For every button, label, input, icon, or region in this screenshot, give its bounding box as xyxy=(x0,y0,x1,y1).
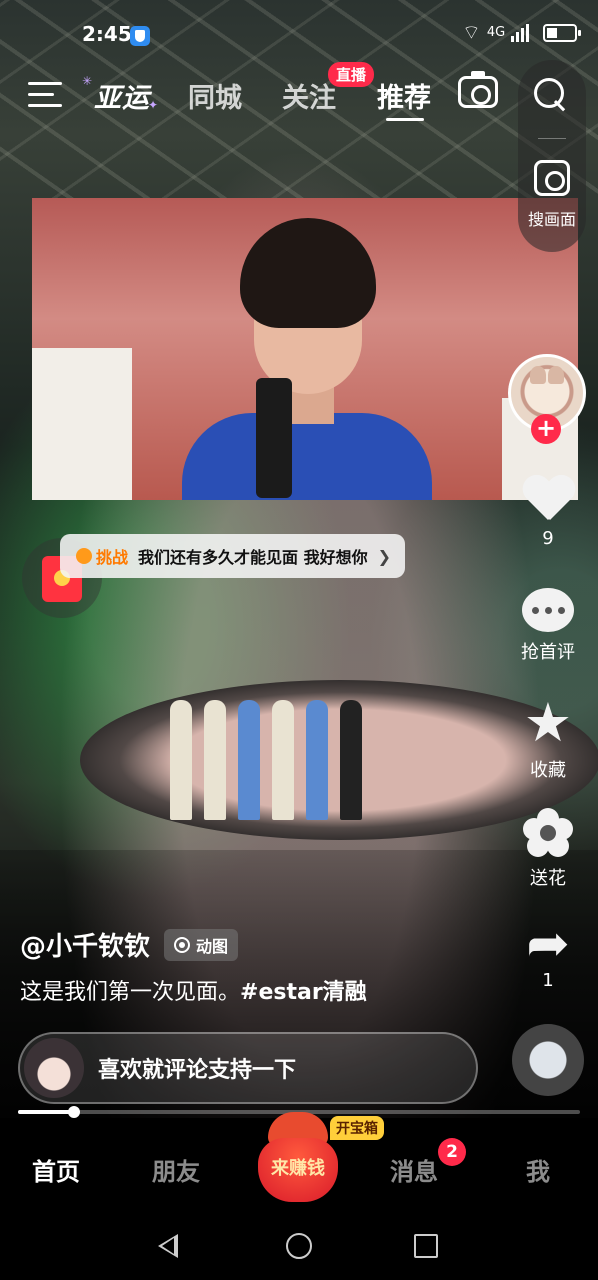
bottom-tab-bar: 首页 朋友 来赚钱 开宝箱 消息 2 我 xyxy=(0,1112,598,1218)
wifi-icon: ⌔ xyxy=(462,20,481,44)
comment-button[interactable]: 抢首评 xyxy=(508,588,588,664)
challenge-text: 我们还有多久才能见面 我好想你 xyxy=(138,548,368,567)
gif-icon xyxy=(174,936,191,953)
top-nav: ✳ 亚运 ✦ 同城 关注 直播 推荐 xyxy=(0,62,598,121)
gift-label: 送花 xyxy=(530,868,566,889)
favorite-button[interactable]: ★ 收藏 xyxy=(508,696,588,782)
user-avatar xyxy=(24,1038,84,1098)
player-jersey xyxy=(182,413,432,500)
recent-apps-icon[interactable] xyxy=(414,1234,438,1258)
player-hair xyxy=(240,218,376,328)
comment-prompt: 喜欢就评论支持一下 xyxy=(98,1058,297,1083)
home-icon[interactable] xyxy=(286,1233,312,1259)
challenge-tag-label: 挑战 xyxy=(96,548,129,567)
camera-icon[interactable] xyxy=(458,71,498,108)
jumbotron-screen xyxy=(32,198,578,500)
image-search-icon[interactable] xyxy=(534,160,570,196)
tab-yayun[interactable]: 亚运 xyxy=(94,76,150,115)
security-shield-icon xyxy=(130,26,150,46)
tab-friends[interactable]: 朋友 xyxy=(152,1152,200,1187)
comment-label: 抢首评 xyxy=(521,642,575,663)
follow-plus-button[interactable]: + xyxy=(531,414,561,444)
like-button[interactable]: 9 xyxy=(508,476,588,549)
open-chest-badge[interactable]: 开宝箱 xyxy=(330,1116,384,1140)
hashtag-link[interactable]: #estar清融 xyxy=(240,980,367,1005)
menu-icon[interactable] xyxy=(28,82,62,108)
caption-text: 这是我们第一次见面。 xyxy=(20,980,241,1005)
challenge-icon xyxy=(76,548,92,564)
messages-badge: 2 xyxy=(438,1138,466,1166)
music-disc-icon[interactable] xyxy=(512,1024,584,1096)
gif-badge-label: 动图 xyxy=(196,936,229,956)
screen-side-person-left xyxy=(32,348,132,500)
stage-person xyxy=(306,700,328,820)
post-author-row: @小千钦钦 动图 xyxy=(20,926,239,963)
system-nav-bar xyxy=(0,1218,598,1280)
tab-home[interactable]: 首页 xyxy=(32,1152,80,1187)
status-time: 2:45 xyxy=(82,22,132,46)
favorite-label: 收藏 xyxy=(530,760,566,781)
avatar-ear xyxy=(548,366,564,384)
microphone xyxy=(256,378,292,498)
share-button[interactable]: ➦ 1 xyxy=(508,918,588,991)
sparkle-icon: ✳ xyxy=(82,74,93,88)
stage-person xyxy=(204,700,226,820)
share-icon: ➦ xyxy=(526,914,570,974)
comment-icon xyxy=(522,588,574,632)
divider xyxy=(538,138,566,139)
tab-me[interactable]: 我 xyxy=(526,1152,550,1187)
status-icons: ⌔ 4G xyxy=(462,20,582,45)
tab-following[interactable]: 关注 xyxy=(282,76,336,115)
live-badge: 直播 xyxy=(328,62,375,87)
stage-person xyxy=(272,700,294,820)
challenge-tag: 挑战 xyxy=(76,544,128,568)
star-icon: ★ xyxy=(523,691,573,754)
tab-messages[interactable]: 消息 xyxy=(390,1152,438,1187)
chevron-right-icon: ❯ xyxy=(377,546,391,566)
stage-person xyxy=(340,700,362,820)
progress-fill xyxy=(18,1110,75,1114)
tab-recommended[interactable]: 推荐 xyxy=(377,76,431,115)
flower-icon xyxy=(523,808,573,858)
comment-input[interactable]: 喜欢就评论支持一下 xyxy=(18,1032,478,1104)
heart-icon xyxy=(522,476,574,522)
network-type-label: 4G xyxy=(486,25,506,40)
battery-icon xyxy=(543,23,582,42)
team-on-stage xyxy=(170,700,390,820)
author-name[interactable]: @小千钦钦 xyxy=(20,926,150,963)
post-caption: 这是我们第一次见面。#estar清融 xyxy=(20,974,367,1006)
like-count: 9 xyxy=(542,528,554,549)
stage-person xyxy=(170,700,192,820)
status-bar: 2:45 ⌔ 4G xyxy=(0,18,598,54)
share-count: 1 xyxy=(542,970,554,991)
sparkle-icon: ✦ xyxy=(148,98,159,112)
send-flower-button[interactable]: 送花 xyxy=(508,808,588,890)
search-panel: 搜画面 xyxy=(518,60,586,252)
stage-person xyxy=(238,700,260,820)
tab-local[interactable]: 同城 xyxy=(188,76,242,115)
player-figure xyxy=(182,218,432,500)
back-icon[interactable] xyxy=(158,1234,178,1258)
active-tab-indicator xyxy=(386,118,424,121)
search-icon[interactable] xyxy=(534,78,568,112)
challenge-banner[interactable]: 挑战 我们还有多久才能见面 我好想你 ❯ xyxy=(60,534,405,578)
earn-money-button[interactable]: 来赚钱 xyxy=(258,1112,338,1208)
avatar-ear xyxy=(530,366,546,384)
gif-badge: 动图 xyxy=(164,928,239,961)
image-search-label[interactable]: 搜画面 xyxy=(522,206,582,230)
signal-icon xyxy=(511,23,530,42)
earn-label: 来赚钱 xyxy=(271,1158,325,1179)
